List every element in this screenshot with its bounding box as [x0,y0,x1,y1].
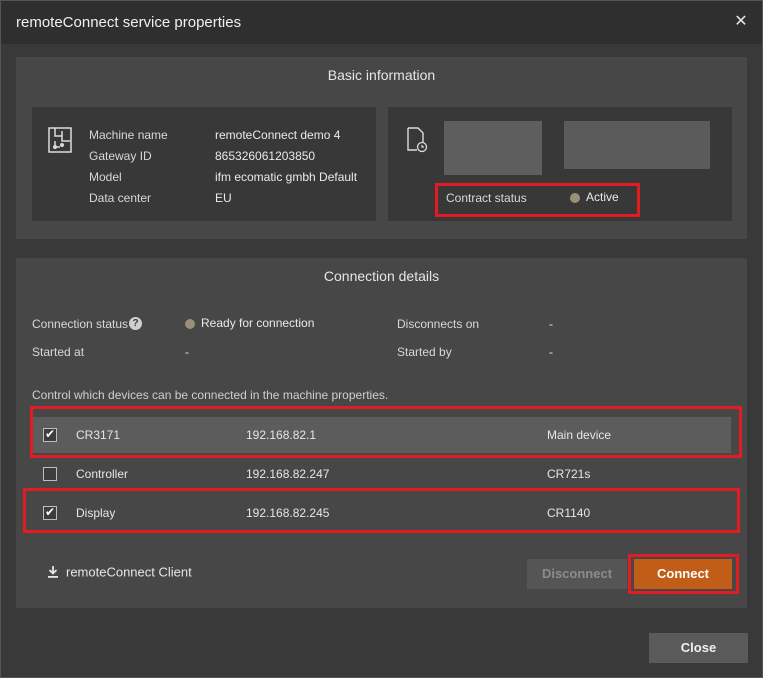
started-by-label: Started by [397,345,452,359]
disconnects-on-value: - [549,317,553,331]
document-clock-icon [407,127,428,153]
help-icon[interactable]: ? [129,317,142,330]
client-link-label: remoteConnect Client [66,564,192,580]
device-type: CR721s [547,467,591,481]
device-name: Controller [76,467,129,481]
machine-name-value: remoteConnect demo 4 [215,128,341,142]
contract-status-highlight [435,183,640,217]
download-icon [48,566,58,579]
machine-schematic-icon [48,127,72,153]
disconnect-button[interactable]: Disconnect [527,559,627,589]
connection-status-value: Ready for connection [185,316,314,330]
devices-hint: Control which devices can be connected i… [32,388,389,402]
disconnects-on-label: Disconnects on [397,317,480,331]
machine-card: Machine name remoteConnect demo 4 Gatewa… [32,107,376,221]
started-by-value: - [549,345,553,359]
close-button[interactable]: Close [649,633,748,663]
model-value: ifm ecomatic gmbh Default [215,170,358,184]
basic-information-title: Basic information [327,67,436,83]
started-at-value: - [185,345,189,359]
connect-button-highlight [628,554,739,594]
device-row[interactable]: Controller 192.168.82.247 CR721s [33,456,731,492]
close-icon[interactable]: ✕ [730,11,752,33]
title-bar: remoteConnect service properties ✕ [1,1,762,44]
redacted-area [444,121,542,175]
gateway-id-value: 865326061203850 [215,149,316,163]
gateway-id-label: Gateway ID [89,149,152,163]
data-center-value: EU [215,191,232,205]
connection-status-text: Ready for connection [201,316,315,330]
properties-dialog: remoteConnect service properties ✕ Basic… [0,0,763,678]
data-center-label: Data center [89,191,152,205]
model-label: Model [89,170,122,184]
started-at-label: Started at [32,345,85,359]
connection-details-title: Connection details [323,268,440,284]
status-dot [185,318,195,329]
device-checkbox[interactable] [43,467,57,481]
device-ip: 192.168.82.247 [246,467,330,481]
machine-name-label: Machine name [89,128,168,142]
redacted-area [564,121,710,169]
device-row-highlight [23,488,740,533]
connection-status-label: Connection status [32,317,129,331]
remoteconnect-client-link[interactable]: remoteConnect Client [47,564,192,579]
device-row-highlight [30,406,742,458]
dialog-title: remoteConnect service properties [16,14,242,31]
